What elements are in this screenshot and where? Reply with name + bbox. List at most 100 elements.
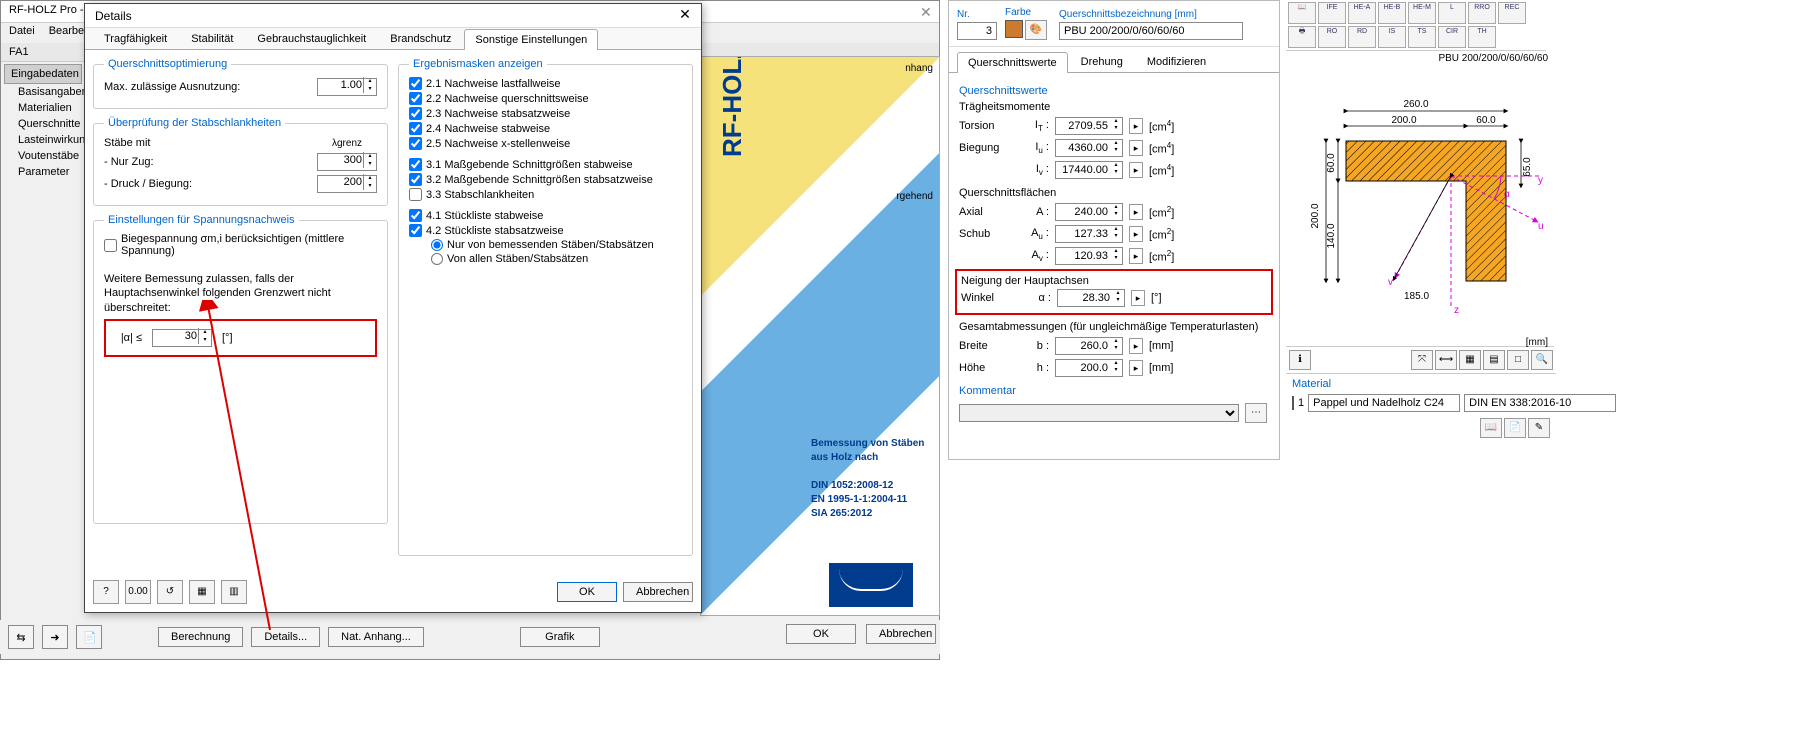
alpha-unit: [°] [222, 332, 262, 344]
tb-cir[interactable]: CIR [1438, 26, 1466, 48]
chk-2-3[interactable] [409, 107, 422, 120]
tb-ife[interactable]: IFE [1318, 2, 1346, 24]
berechnung-button[interactable]: Berechnung [158, 627, 243, 647]
chk-4-2[interactable] [409, 224, 422, 237]
sidebar-item-vouten[interactable]: Voutenstäbe [4, 148, 82, 164]
cancel-button[interactable]: Abbrechen [623, 582, 693, 602]
tb-rec[interactable]: REC [1498, 2, 1526, 24]
radio-alle[interactable] [431, 253, 443, 265]
chk-2-1[interactable] [409, 77, 422, 90]
tb-rd[interactable]: RD [1348, 26, 1376, 48]
tb-ro[interactable]: RO [1318, 26, 1346, 48]
mat-lib-icon[interactable]: 📖 [1480, 418, 1502, 438]
tb-th[interactable]: TH [1468, 26, 1496, 48]
menu-datei[interactable]: Datei [9, 25, 35, 41]
icon-btn-1[interactable]: ⇆ [8, 625, 34, 649]
tb-hea[interactable]: HE-A [1348, 2, 1376, 24]
kommentar-pick-icon[interactable]: ⋯ [1245, 403, 1267, 423]
iu-arrow[interactable]: ▸ [1129, 140, 1143, 156]
max-ausnutzung-input[interactable]: 1.00 [317, 78, 377, 96]
axis-icon[interactable]: ⤧ [1411, 350, 1433, 370]
grid-icon[interactable]: ▦ [1459, 350, 1481, 370]
chk-3-2[interactable] [409, 173, 422, 186]
material-color [1292, 396, 1294, 410]
nr-input[interactable] [957, 22, 997, 40]
reset-icon[interactable]: ↺ [157, 580, 183, 604]
ok-button-2[interactable]: OK [786, 624, 856, 644]
ok-button[interactable]: OK [557, 582, 617, 602]
svg-text:200.0: 200.0 [1391, 115, 1416, 126]
units-icon[interactable]: 0.00 [125, 580, 151, 604]
dim-icon[interactable]: ⟷ [1435, 350, 1457, 370]
rtab-drehung[interactable]: Drehung [1070, 51, 1134, 72]
chk-3-3[interactable] [409, 188, 422, 201]
brand-panel: RF-HOLZ Pro Bemessung von Stäben aus Hol… [700, 56, 940, 616]
tb-lib[interactable]: 📖 [1288, 2, 1316, 24]
it-arrow[interactable]: ▸ [1129, 118, 1143, 134]
mat-edit-icon[interactable]: ✎ [1528, 418, 1550, 438]
chk-2-2[interactable] [409, 92, 422, 105]
radio-bemessend[interactable] [431, 239, 443, 251]
close-icon[interactable]: ✕ [675, 6, 695, 26]
nat-anhang-button[interactable]: Nat. Anhang... [328, 627, 424, 647]
grafik-button[interactable]: Grafik [520, 627, 600, 647]
tb-is[interactable]: IS [1378, 26, 1406, 48]
tab-stab[interactable]: Stabilität [180, 28, 244, 49]
info-icon[interactable]: ℹ [1289, 350, 1311, 370]
chk-2-5[interactable] [409, 137, 422, 150]
rtab-qw[interactable]: Querschnittswerte [957, 52, 1068, 73]
alpha-input[interactable]: 30 [152, 329, 212, 347]
biegespannung-checkbox[interactable] [104, 239, 117, 252]
nur-zug-input[interactable]: 300 [317, 153, 377, 171]
a-arrow[interactable]: ▸ [1129, 204, 1143, 220]
tab-sonstige[interactable]: Sonstige Einstellungen [464, 29, 598, 50]
tab-trag[interactable]: Tragfähigkeit [93, 28, 178, 49]
color-picker-icon[interactable]: 🎨 [1025, 20, 1047, 40]
details-button[interactable]: Details... [251, 627, 320, 647]
kommentar-combo[interactable] [959, 404, 1239, 422]
tb-l[interactable]: L [1438, 2, 1466, 24]
b-arrow[interactable]: ▸ [1129, 338, 1143, 354]
group-schlankheiten: Überprüfung der Stabschlankheiten Stäbe … [93, 117, 388, 206]
druck-biegung-input[interactable]: 200 [317, 175, 377, 193]
tb-print[interactable]: 🖶 [1288, 26, 1316, 48]
view-icon[interactable]: □ [1507, 350, 1529, 370]
winkel-arrow[interactable]: ▸ [1131, 290, 1145, 306]
chk-2-4[interactable] [409, 122, 422, 135]
cancel-button-2[interactable]: Abbrechen [866, 624, 936, 644]
chk-4-1[interactable] [409, 209, 422, 222]
tb-heb[interactable]: HE-B [1378, 2, 1406, 24]
tab-brand[interactable]: Brandschutz [379, 28, 462, 49]
svg-text:u: u [1538, 221, 1544, 232]
sidebar-item-last[interactable]: Lasteinwirkung [4, 132, 82, 148]
svg-text:65.0: 65.0 [1522, 157, 1533, 177]
tb-rro[interactable]: RRO [1468, 2, 1496, 24]
icon-btn-3[interactable]: 📄 [76, 625, 102, 649]
tool-icon-2[interactable]: ▥ [221, 580, 247, 604]
iv-arrow[interactable]: ▸ [1129, 162, 1143, 178]
material-std-input[interactable] [1464, 394, 1616, 412]
chk-3-1[interactable] [409, 158, 422, 171]
au-arrow[interactable]: ▸ [1129, 226, 1143, 242]
help-icon[interactable]: ? [93, 580, 119, 604]
icon-btn-2[interactable]: ➜ [42, 625, 68, 649]
mat-new-icon[interactable]: 📄 [1504, 418, 1526, 438]
h-arrow[interactable]: ▸ [1129, 360, 1143, 376]
svg-text:z: z [1454, 305, 1459, 316]
rtab-mod[interactable]: Modifizieren [1136, 51, 1217, 72]
svg-text:200.0: 200.0 [1310, 203, 1321, 228]
bezeichnung-input[interactable] [1059, 22, 1243, 40]
tb-hem[interactable]: HE-M [1408, 2, 1436, 24]
tool-icon-1[interactable]: ▦ [189, 580, 215, 604]
tab-gebrauch[interactable]: Gebrauchstauglichkeit [246, 28, 377, 49]
color-swatch[interactable] [1005, 20, 1023, 38]
av-arrow[interactable]: ▸ [1129, 248, 1143, 264]
material-name-input[interactable] [1308, 394, 1460, 412]
stress-icon[interactable]: ▤ [1483, 350, 1505, 370]
sidebar-item-material[interactable]: Materialien [4, 100, 82, 116]
tb-ts[interactable]: TS [1408, 26, 1436, 48]
sidebar-item-param[interactable]: Parameter [4, 164, 82, 180]
zoom-icon[interactable]: 🔍 [1531, 350, 1553, 370]
sidebar-item-querschnitte[interactable]: Querschnitte [4, 116, 82, 132]
sidebar-item-basis[interactable]: Basisangaben [4, 84, 82, 100]
